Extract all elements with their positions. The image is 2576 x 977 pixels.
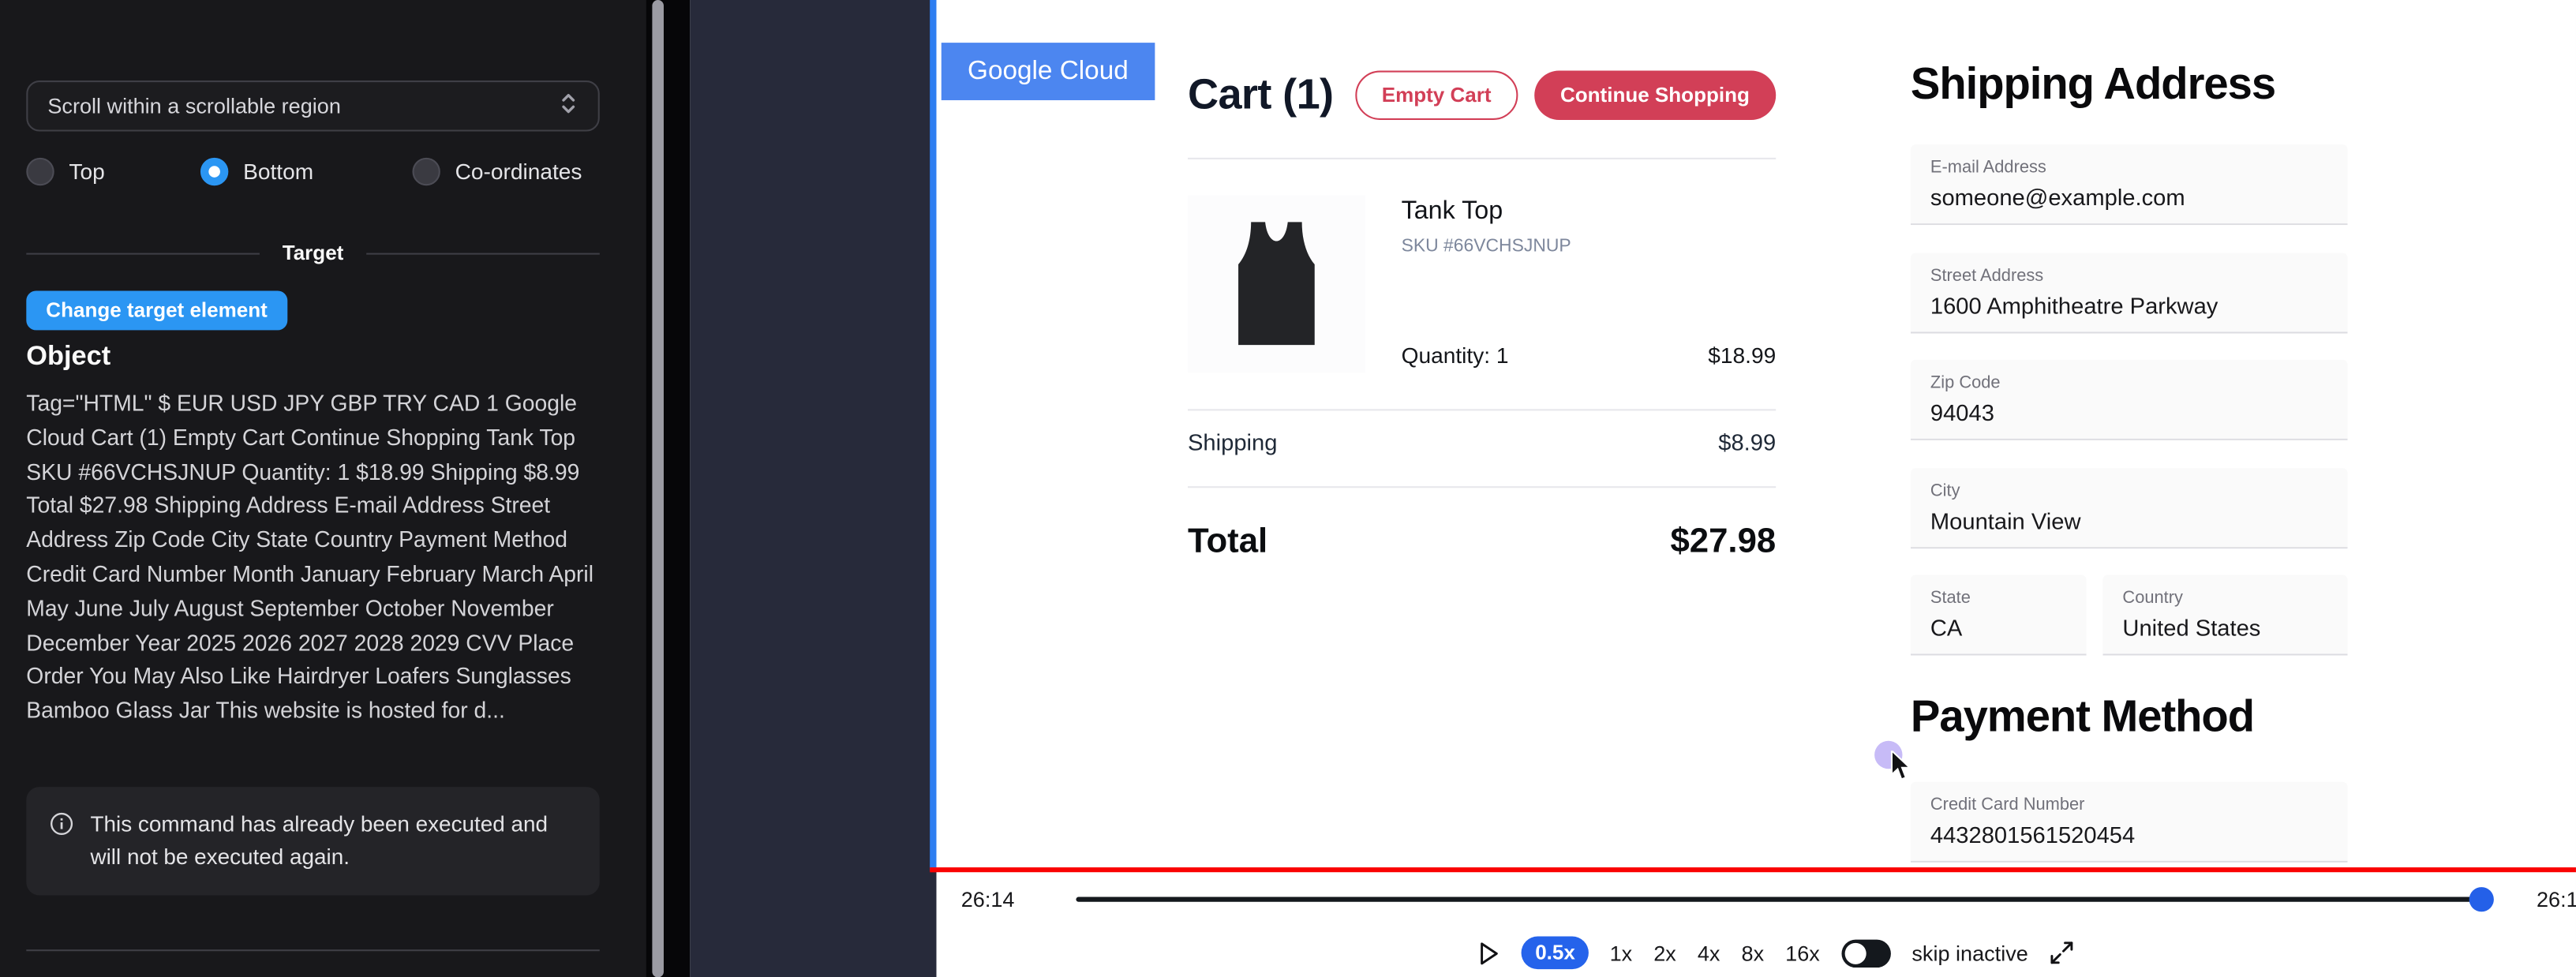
- select-chevrons-icon: [559, 88, 578, 123]
- divider-line: [366, 253, 599, 254]
- executed-notice-text: This command has already been executed a…: [90, 808, 576, 874]
- radio-option-coordinates[interactable]: Co-ordinates: [412, 158, 582, 185]
- payment-method-heading: Payment Method: [1911, 691, 2254, 743]
- shipping-address-heading: Shipping Address: [1911, 59, 2275, 110]
- continue-shopping-button[interactable]: Continue Shopping: [1534, 69, 1777, 118]
- cart-section: Cart (1) Empty Cart Continue Shopping Ta…: [1188, 0, 1776, 867]
- speed-1x-button[interactable]: 1x: [1610, 941, 1633, 965]
- player-bar: 26:14 26:1 0.5x 1x 2x 4x 8x 16x skip ina…: [937, 872, 2576, 977]
- street-field-value: 1600 Amphitheatre Parkway: [1930, 293, 2328, 319]
- zip-field-value: 94043: [1930, 399, 2328, 425]
- cart-title: Cart (1): [1188, 69, 1333, 120]
- credit-card-field[interactable]: Credit Card Number 4432801561520454: [1911, 782, 2348, 863]
- skip-inactive-toggle[interactable]: [1841, 939, 1890, 967]
- total-row: Total $27.98: [1188, 522, 1776, 562]
- product-name: Tank Top: [1402, 197, 1503, 226]
- speed-8x-button[interactable]: 8x: [1742, 941, 1765, 965]
- speed-2x-button[interactable]: 2x: [1653, 941, 1676, 965]
- radio-circle-top[interactable]: [26, 158, 54, 185]
- country-field-value: United States: [2122, 615, 2327, 641]
- product-price: $18.99: [1708, 343, 1776, 368]
- executed-notice: This command has already been executed a…: [26, 787, 599, 895]
- target-divider-label: Target: [283, 241, 344, 264]
- panel-gutter: [646, 0, 690, 977]
- end-time: 26:1: [2537, 887, 2576, 911]
- radio-label-top: Top: [69, 159, 104, 184]
- cart-item-row: Tank Top SKU #66VCHSJNUP Quantity: 1 $18…: [1188, 196, 1776, 373]
- speed-16x-button[interactable]: 16x: [1785, 941, 1820, 965]
- radio-option-bottom[interactable]: Bottom: [200, 158, 313, 185]
- divider-line: [1188, 486, 1776, 488]
- change-target-button[interactable]: Change target element: [26, 290, 286, 330]
- credit-card-field-value: 4432801561520454: [1930, 822, 2328, 848]
- email-field-value: someone@example.com: [1930, 184, 2328, 210]
- google-cloud-badge: Google Cloud: [942, 43, 1155, 100]
- empty-cart-button[interactable]: Empty Cart: [1355, 69, 1517, 118]
- timeline-track[interactable]: [1076, 897, 2488, 902]
- city-field-label: City: [1930, 481, 2328, 501]
- speed-4x-button[interactable]: 4x: [1698, 941, 1720, 965]
- shipping-label: Shipping: [1188, 429, 1277, 455]
- play-button[interactable]: [1479, 941, 1500, 965]
- radio-option-top[interactable]: Top: [26, 158, 104, 185]
- street-field-label: Street Address: [1930, 266, 2328, 286]
- radio-label-coordinates: Co-ordinates: [455, 159, 582, 184]
- state-field[interactable]: State CA: [1911, 575, 2087, 656]
- target-divider: Target: [26, 241, 599, 264]
- command-select[interactable]: Scroll within a scrollable region: [26, 80, 599, 132]
- city-field[interactable]: City Mountain View: [1911, 468, 2348, 548]
- timeline-knob[interactable]: [2469, 887, 2494, 911]
- scroll-region-highlight: [930, 0, 936, 870]
- radio-label-bottom: Bottom: [243, 159, 313, 184]
- mouse-cursor-icon: [1888, 751, 1914, 790]
- product-image: [1188, 196, 1365, 373]
- cart-header: Cart (1) Empty Cart Continue Shopping: [1188, 69, 1776, 120]
- inspector-sidebar: Scroll within a scrollable region Top Bo…: [0, 0, 646, 977]
- divider-line: [1188, 158, 1776, 159]
- email-field[interactable]: E-mail Address someone@example.com: [1911, 144, 2348, 225]
- product-sku: SKU #66VCHSJNUP: [1402, 237, 1571, 256]
- zip-field-label: Zip Code: [1930, 373, 2328, 393]
- divider-line: [1188, 409, 1776, 410]
- radio-circle-coordinates[interactable]: [412, 158, 440, 185]
- current-time: 26:14: [961, 887, 1015, 911]
- replay-backdrop: [690, 0, 936, 977]
- zip-field[interactable]: Zip Code 94043: [1911, 360, 2348, 440]
- product-quantity: Quantity: 1: [1402, 343, 1509, 368]
- country-field-label: Country: [2122, 588, 2327, 608]
- sidebar-scrollbar[interactable]: [652, 0, 664, 977]
- checkout-column: Shipping Address E-mail Address someone@…: [1911, 0, 2348, 867]
- sidebar-bottom-divider: [26, 949, 599, 951]
- command-select-value: Scroll within a scrollable region: [47, 94, 558, 118]
- fullscreen-icon[interactable]: [2050, 941, 2072, 964]
- email-field-label: E-mail Address: [1930, 158, 2328, 178]
- state-field-value: CA: [1930, 615, 2067, 641]
- info-icon: [49, 808, 73, 874]
- divider-line: [26, 253, 259, 254]
- object-heading: Object: [26, 342, 110, 373]
- player-controls: 0.5x 1x 2x 4x 8x 16x skip inactive: [937, 933, 2576, 972]
- object-text: Tag="HTML" $ EUR USD JPY GBP TRY CAD 1 G…: [26, 387, 603, 729]
- tank-top-image: [1206, 208, 1347, 360]
- skip-inactive-label: skip inactive: [1911, 941, 2027, 965]
- total-value: $27.98: [1670, 522, 1776, 562]
- credit-card-field-label: Credit Card Number: [1930, 795, 2328, 814]
- country-field[interactable]: Country United States: [2102, 575, 2347, 656]
- radio-circle-bottom[interactable]: [200, 158, 228, 185]
- shipping-row: Shipping $8.99: [1188, 429, 1776, 455]
- toggle-knob: [1844, 942, 1866, 964]
- street-field[interactable]: Street Address 1600 Amphitheatre Parkway: [1911, 253, 2348, 334]
- total-label: Total: [1188, 522, 1267, 562]
- replay-viewport: Google Cloud Cart (1) Empty Cart Continu…: [937, 0, 2576, 867]
- state-field-label: State: [1930, 588, 2067, 608]
- speed-0.5x-button[interactable]: 0.5x: [1522, 937, 1589, 970]
- shipping-value: $8.99: [1718, 429, 1776, 455]
- city-field-value: Mountain View: [1930, 507, 2328, 533]
- replay-tool-window: Scroll within a scrollable region Top Bo…: [0, 0, 2576, 977]
